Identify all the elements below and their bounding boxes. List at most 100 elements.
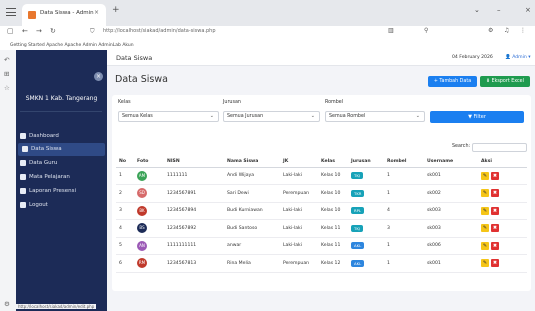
cell-jurusan: TKR: [348, 184, 384, 203]
export-excel-button[interactable]: ⬇ Eksport Excel: [480, 76, 530, 87]
more-icon[interactable]: ⋮: [520, 27, 526, 34]
trash-icon[interactable]: ✖: [491, 241, 499, 250]
jurusan-badge: TKR: [351, 189, 365, 197]
sidebar-item-dashboard[interactable]: Dashboard: [16, 130, 107, 143]
add-data-button[interactable]: + Tambah Data: [428, 76, 477, 87]
filter-button[interactable]: ▼ Filter: [430, 111, 524, 123]
forward-icon[interactable]: →: [36, 27, 42, 35]
edit-icon[interactable]: ✎: [481, 259, 489, 268]
edit-icon[interactable]: ✎: [481, 224, 489, 233]
edit-icon[interactable]: ✎: [481, 241, 489, 250]
trash-icon[interactable]: ✖: [491, 259, 499, 268]
cell-no: 6: [116, 254, 134, 273]
table-row: 3 BK 1234567894 Budi Kurniawan Laki-laki Kela…: [116, 202, 527, 220]
sidebar-item-laporan[interactable]: Laporan Presensi: [16, 185, 107, 198]
col-nama[interactable]: Nama Siswa: [224, 156, 280, 168]
new-tab-icon[interactable]: +: [112, 5, 120, 15]
jurusan-select[interactable]: Semua Jurusan ⌄: [223, 111, 320, 122]
reader-icon[interactable]: ▥: [388, 27, 394, 34]
sidebar-item-data-guru[interactable]: Data Guru: [16, 157, 107, 170]
sidebar-divider: [20, 111, 102, 112]
search-input[interactable]: [472, 143, 527, 152]
cell-kelas: Kelas 11: [318, 237, 348, 255]
cell-nisn: 1234567813: [164, 254, 224, 273]
col-username[interactable]: Username: [424, 156, 478, 168]
cell-foto: SD: [134, 184, 164, 203]
avatar[interactable]: RM: [137, 258, 147, 269]
menu-icon[interactable]: [6, 8, 16, 16]
favicon-icon: [28, 11, 36, 19]
edit-icon[interactable]: ✎: [481, 206, 489, 215]
cell-nisn: 1111111: [164, 167, 224, 185]
bookmarks-bar[interactable]: Getting Started Apache Apache Admin Admi…: [0, 41, 535, 50]
avatar[interactable]: AM: [137, 170, 147, 181]
col-jk[interactable]: JK: [280, 156, 318, 168]
trash-icon[interactable]: ✖: [491, 224, 499, 233]
edit-icon[interactable]: ✎: [481, 189, 489, 198]
cell-username: sk001: [424, 254, 478, 273]
avatar[interactable]: BS: [137, 223, 147, 234]
reload-icon[interactable]: ↻: [50, 27, 56, 35]
cell-nama: Budi Santoso: [224, 219, 280, 238]
table-header-row: No Foto NISN Nama Siswa JK Kelas Jurusan…: [116, 156, 527, 168]
gear-icon[interactable]: ⚙: [4, 300, 10, 308]
sidebar-toggle-icon[interactable]: ▢: [7, 27, 14, 35]
col-rombel[interactable]: Rombel: [384, 156, 424, 168]
bookmark-icon[interactable]: ⊞: [4, 70, 9, 78]
browser-window: Data Siswa - Admin × + ⌄ – × ▢ ← → ↻ ⛉ h…: [0, 0, 535, 311]
cell-aksi: ✎ ✖: [478, 219, 527, 238]
back-icon[interactable]: ←: [22, 27, 28, 35]
col-nisn[interactable]: NISN: [164, 156, 224, 168]
user-menu[interactable]: 👤 Admin ▾: [505, 55, 531, 60]
trash-icon[interactable]: ✖: [491, 171, 499, 180]
cell-jurusan: AKL: [348, 254, 384, 273]
sidebar-item-data-siswa[interactable]: Data Siswa: [18, 143, 105, 156]
col-foto[interactable]: Foto: [134, 156, 164, 168]
cell-rombel: 4: [384, 202, 424, 220]
jurusan-label: Jurusan: [223, 100, 241, 105]
cell-rombel: 1: [384, 254, 424, 273]
col-jurusan[interactable]: Jurusan: [348, 156, 384, 168]
jurusan-badge: RPL: [351, 207, 365, 215]
col-no[interactable]: No: [116, 156, 134, 168]
users-icon: [22, 146, 28, 152]
browser-tab[interactable]: Data Siswa - Admin ×: [22, 4, 106, 26]
teacher-icon: [20, 160, 26, 166]
sidebar-item-mata-pelajaran[interactable]: Mata Pelajaran: [16, 171, 107, 184]
col-aksi[interactable]: Aksi: [478, 156, 527, 168]
jurusan-badge: AKL: [351, 242, 365, 250]
cell-kelas: Kelas 11: [318, 219, 348, 238]
rombel-select[interactable]: Semua Rombel ⌄: [325, 111, 425, 122]
close-window-icon[interactable]: ×: [525, 6, 531, 14]
top-header: Data Siswa 04 February 2026 👤 Admin ▾: [107, 50, 535, 66]
avatar[interactable]: SD: [137, 188, 147, 199]
close-sidebar-icon[interactable]: ×: [94, 72, 103, 81]
star-icon[interactable]: ☆: [4, 84, 10, 92]
trash-icon[interactable]: ✖: [491, 189, 499, 198]
chevron-down-icon: ⌄: [415, 113, 420, 119]
address-bar[interactable]: http://localhost/siakad/admin/data-siswa…: [103, 28, 216, 34]
table-body: 1 AM 1111111 Andi Wijaya Laki-laki Kelas 10 TK…: [116, 167, 527, 273]
history-icon[interactable]: ↶: [4, 56, 9, 64]
kelas-select[interactable]: Semua Kelas ⌄: [118, 111, 219, 122]
jurusan-badge: TKJ: [351, 224, 363, 232]
cell-nama: anwar: [224, 237, 280, 255]
avatar[interactable]: BK: [137, 205, 147, 216]
minimize-icon[interactable]: –: [497, 6, 501, 14]
settings-icon[interactable]: ⚙: [488, 27, 493, 34]
chevron-down-icon[interactable]: ⌄: [474, 6, 480, 14]
cell-jurusan: RPL: [348, 202, 384, 220]
cell-kelas: Kelas 10: [318, 167, 348, 185]
sidebar-item-logout[interactable]: Logout: [16, 199, 107, 212]
avatar[interactable]: AN: [137, 240, 147, 251]
cell-aksi: ✎ ✖: [478, 254, 527, 273]
extension-icon[interactable]: ♫: [504, 27, 509, 34]
browser-side-panel: ↶ ⊞ ☆ ⚙: [0, 50, 16, 311]
col-kelas[interactable]: Kelas: [318, 156, 348, 168]
trash-icon[interactable]: ✖: [491, 206, 499, 215]
tab-title: Data Siswa - Admin: [40, 10, 94, 16]
edit-icon[interactable]: ✎: [481, 171, 489, 180]
close-tab-icon[interactable]: ×: [94, 9, 99, 16]
nav-bar: ▢ ← → ↻ ⛉ http://localhost/siakad/admin/…: [0, 26, 535, 41]
extensions-icon[interactable]: ⚲: [424, 27, 428, 34]
